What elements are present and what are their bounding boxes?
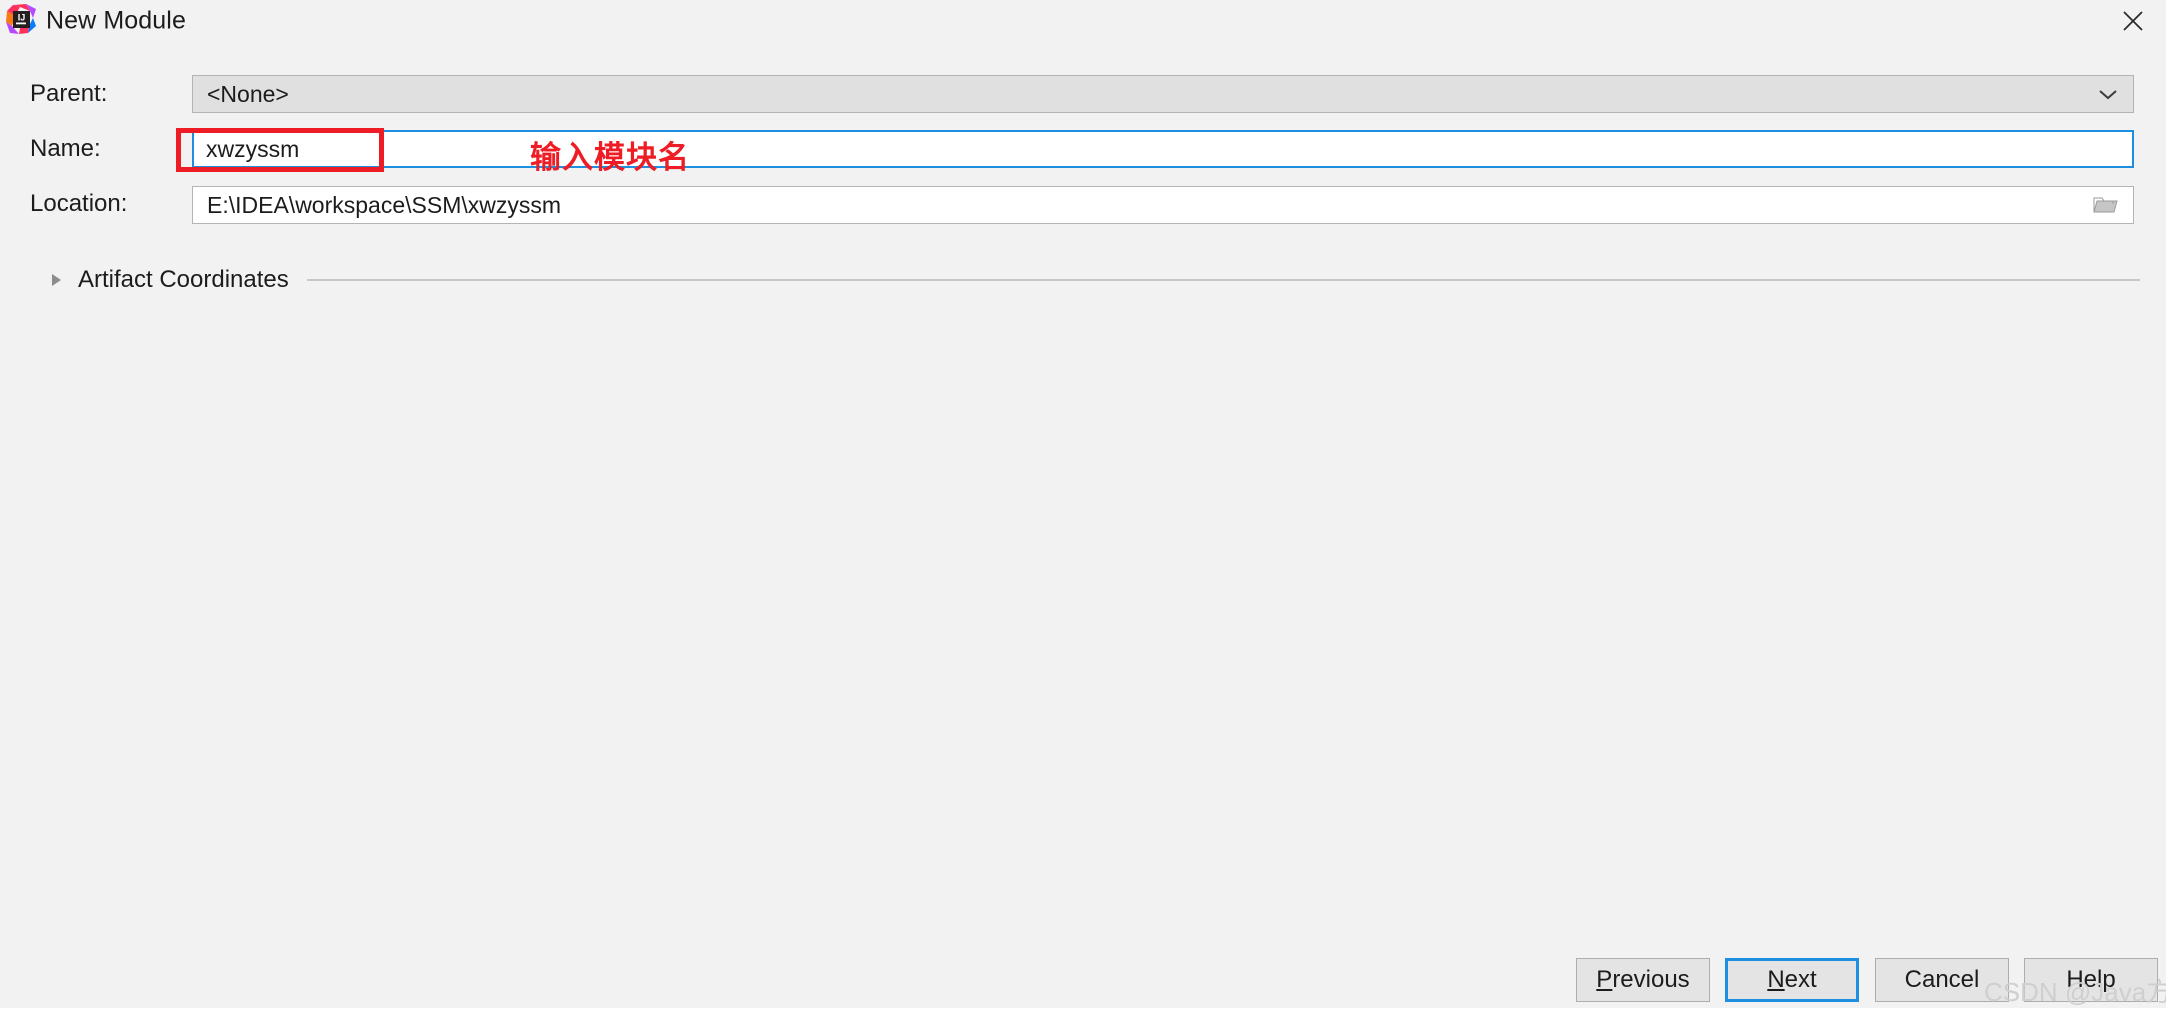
annotation-text: 输入模块名 <box>530 140 690 175</box>
previous-button[interactable]: Previous <box>1576 958 1710 1002</box>
location-input[interactable]: E:\IDEA\workspace\SSM\xwzyssm <box>192 186 2134 224</box>
location-input-value: E:\IDEA\workspace\SSM\xwzyssm <box>207 191 562 218</box>
new-module-dialog: IJ New Module Parent: <None> Name: xwzys… <box>0 0 2166 1008</box>
help-button-label: Help <box>2066 966 2116 993</box>
name-label: Name: <box>30 135 101 162</box>
next-button-mnemonic: N <box>1767 966 1785 993</box>
name-input[interactable]: xwzyssm <box>192 130 2134 168</box>
triangle-right-icon <box>48 272 64 288</box>
svg-text:IJ: IJ <box>18 13 26 23</box>
cancel-button[interactable]: Cancel <box>1875 958 2009 1002</box>
name-input-value: xwzyssm <box>206 135 300 162</box>
dialog-button-bar: Previous Next Cancel Help <box>0 958 2166 1008</box>
artifact-coordinates-section[interactable]: Artifact Coordinates <box>48 265 2140 295</box>
artifact-coordinates-label: Artifact Coordinates <box>78 266 289 293</box>
help-button[interactable]: Help <box>2024 958 2158 1002</box>
cancel-button-label: Cancel <box>1904 966 1980 993</box>
next-button[interactable]: Next <box>1725 958 1859 1002</box>
previous-button-label: revious <box>1612 966 1690 993</box>
parent-label: Parent: <box>30 80 108 107</box>
close-icon[interactable] <box>2100 0 2166 42</box>
parent-combobox[interactable]: <None> <box>192 75 2134 113</box>
location-label: Location: <box>30 190 128 217</box>
intellij-idea-icon: IJ <box>6 4 36 34</box>
chevron-down-icon <box>2097 87 2119 101</box>
title-bar: IJ New Module <box>0 0 2166 42</box>
parent-value: <None> <box>207 80 289 107</box>
folder-browse-icon[interactable] <box>2093 195 2119 215</box>
previous-button-mnemonic: P <box>1596 966 1613 993</box>
window-title: New Module <box>46 6 186 35</box>
next-button-label: ext <box>1784 966 1817 993</box>
section-divider <box>306 279 2140 281</box>
